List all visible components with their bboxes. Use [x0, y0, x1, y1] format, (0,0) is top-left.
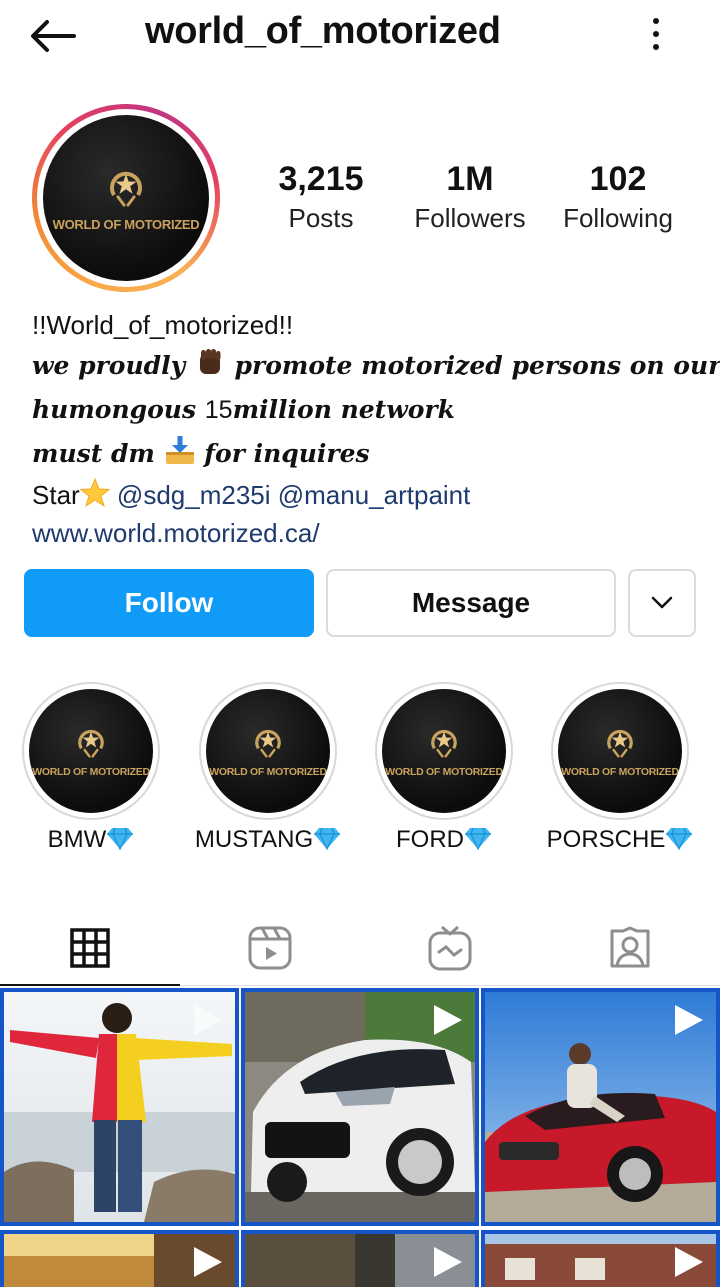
grid-post[interactable]: [0, 1230, 239, 1287]
more-options-button[interactable]: [640, 12, 672, 56]
logo-text: WORLD OF MOTORIZED: [209, 766, 327, 778]
tab-tagged[interactable]: [540, 910, 720, 986]
mention-link[interactable]: @sdg_m235i: [117, 480, 271, 510]
logo-text: WORLD OF MOTORIZED: [385, 766, 503, 778]
grid-post[interactable]: [241, 1230, 479, 1287]
brand-logo: WORLD OF MOTORIZED: [29, 689, 153, 813]
tagged-icon: [610, 926, 650, 968]
posts-stat[interactable]: 3,215 Posts: [262, 160, 380, 234]
bio-line: humongous 15million network: [32, 395, 455, 424]
active-tab-indicator: [0, 984, 180, 986]
brand-logo: WORLD OF MOTORIZED: [382, 689, 506, 813]
grid-post[interactable]: [241, 988, 479, 1226]
website-link[interactable]: www.world.motorized.ca/: [32, 514, 712, 552]
followers-stat[interactable]: 1M Followers: [402, 160, 538, 234]
tab-posts-grid[interactable]: [0, 910, 180, 986]
gem-icon: [465, 827, 491, 851]
story-highlight[interactable]: WORLD OF MOTORIZED MUSTANG: [180, 682, 356, 854]
grid-post[interactable]: [481, 1230, 720, 1287]
highlight-label: MUSTANG: [180, 826, 356, 854]
bio-line: we proudly promote motorized persons on …: [32, 344, 720, 388]
brand-logo: WORLD OF MOTORIZED: [43, 115, 209, 281]
tab-reels[interactable]: [180, 910, 360, 986]
highlight-cover: WORLD OF MOTORIZED: [22, 682, 160, 820]
highlight-label: PORSCHE: [532, 826, 708, 854]
gem-icon: [107, 827, 134, 851]
highlight-cover: WORLD OF MOTORIZED: [199, 682, 337, 820]
arrow-left-icon: [31, 20, 76, 52]
video-play-icon: [194, 1005, 222, 1035]
suggested-accounts-button[interactable]: [628, 569, 696, 637]
logo-text: WORLD OF MOTORIZED: [52, 216, 200, 232]
glowing-star-icon: [79, 477, 111, 518]
follow-button[interactable]: Follow: [24, 569, 314, 637]
highlight-label: FORD: [356, 826, 532, 854]
inbox-tray-icon: [164, 434, 196, 480]
star-wreath-icon: [431, 729, 457, 758]
tab-igtv[interactable]: [360, 910, 540, 986]
highlight-cover: WORLD OF MOTORIZED: [375, 682, 513, 820]
profile-username: world_of_motorized: [145, 10, 501, 52]
logo-text: WORLD OF MOTORIZED: [561, 766, 679, 778]
message-button[interactable]: Message: [326, 569, 616, 637]
story-highlight[interactable]: WORLD OF MOTORIZED PORSCHE: [532, 682, 708, 854]
following-label: Following: [563, 203, 673, 233]
profile-avatar[interactable]: WORLD OF MOTORIZED: [32, 104, 220, 292]
posts-count: 3,215: [278, 160, 364, 198]
star-wreath-icon: [78, 729, 104, 758]
grid-post[interactable]: [481, 988, 720, 1226]
bio-line: Star @sdg_m235i @manu_artpaint: [32, 476, 712, 514]
star-wreath-icon: [110, 171, 142, 206]
highlight-cover: WORLD OF MOTORIZED: [551, 682, 689, 820]
followers-label: Followers: [414, 203, 526, 233]
raised-fist-icon: [194, 346, 226, 392]
story-highlight[interactable]: WORLD OF MOTORIZED BMW: [3, 682, 179, 854]
gem-icon: [314, 827, 341, 851]
profile-bio: !!World_of_motorized!! we proudly promot…: [32, 306, 720, 552]
bio-line: must dm for inquires: [32, 432, 712, 476]
back-button[interactable]: [28, 14, 84, 58]
video-play-icon: [434, 1247, 462, 1277]
highlight-label: BMW: [3, 826, 179, 854]
logo-text: WORLD OF MOTORIZED: [32, 766, 150, 778]
posts-label: Posts: [288, 203, 354, 233]
followers-count: 1M: [446, 160, 494, 198]
gem-icon: [666, 827, 693, 851]
grid-icon: [70, 928, 110, 968]
video-play-icon: [675, 1247, 703, 1277]
reels-icon: [248, 926, 292, 970]
story-highlight[interactable]: WORLD OF MOTORIZED FORD: [356, 682, 532, 854]
brand-logo: WORLD OF MOTORIZED: [206, 689, 330, 813]
brand-logo: WORLD OF MOTORIZED: [558, 689, 682, 813]
top-bar: world_of_motorized: [0, 0, 720, 70]
grid-post[interactable]: [0, 988, 239, 1226]
igtv-icon: [428, 925, 472, 971]
video-play-icon: [194, 1247, 222, 1277]
video-play-icon: [675, 1005, 703, 1035]
video-play-icon: [434, 1005, 462, 1035]
chevron-down-icon: [651, 596, 673, 609]
following-count: 102: [589, 160, 647, 198]
more-vertical-icon: [653, 18, 659, 24]
star-wreath-icon: [255, 729, 281, 758]
star-wreath-icon: [607, 729, 633, 758]
mention-link[interactable]: @manu_artpaint: [278, 480, 471, 510]
profile-display-name: !!World_of_motorized!!: [32, 310, 294, 340]
following-stat[interactable]: 102 Following: [552, 160, 684, 234]
